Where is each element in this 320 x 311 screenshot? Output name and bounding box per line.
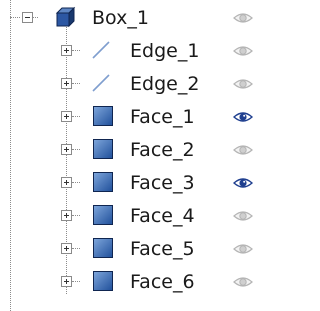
face-icon — [93, 106, 113, 126]
tree-item-label: Face_2 — [130, 139, 195, 161]
face-icon — [93, 271, 113, 291]
cube-icon — [55, 6, 76, 28]
expand-toggle[interactable] — [61, 78, 72, 89]
eye-icon[interactable] — [233, 44, 253, 58]
tree-item-label: Box_1 — [92, 7, 149, 29]
face-icon — [93, 139, 113, 159]
tree-row-face[interactable]: Face_3 — [0, 167, 268, 199]
expand-toggle[interactable] — [61, 210, 72, 221]
tree-connector-branch — [72, 50, 80, 51]
tree-item-label: Face_1 — [130, 106, 195, 128]
tree-item-label: Face_4 — [130, 205, 195, 227]
eye-icon[interactable] — [233, 11, 253, 25]
tree-row-edge[interactable]: Edge_2 — [0, 68, 268, 100]
tree-row-face[interactable]: Face_5 — [0, 233, 268, 265]
collapse-toggle[interactable] — [22, 12, 33, 23]
tree-row-face[interactable]: Face_1 — [0, 101, 268, 133]
tree-item-label: Edge_1 — [130, 40, 200, 62]
tree-connector-branch — [72, 149, 80, 150]
expand-toggle[interactable] — [61, 144, 72, 155]
tree-row-face[interactable]: Face_6 — [0, 266, 268, 298]
tree-connector-branch — [72, 281, 80, 282]
expand-toggle[interactable] — [61, 276, 72, 287]
face-icon — [93, 205, 113, 225]
face-icon — [93, 238, 113, 258]
eye-icon[interactable] — [233, 275, 253, 289]
eye-icon[interactable] — [233, 77, 253, 91]
tree-item-label: Face_6 — [130, 271, 195, 293]
eye-icon[interactable] — [233, 242, 253, 256]
tree-connector-branch — [72, 116, 80, 117]
eye-icon[interactable] — [233, 143, 253, 157]
eye-icon[interactable] — [233, 176, 253, 190]
tree-row-edge[interactable]: Edge_1 — [0, 35, 268, 67]
tree-row-face[interactable]: Face_2 — [0, 134, 268, 166]
tree-row-root[interactable]: Box_1 — [0, 2, 268, 34]
edge-icon — [92, 41, 110, 59]
eye-icon[interactable] — [233, 209, 253, 223]
expand-toggle[interactable] — [61, 111, 72, 122]
edge-icon — [92, 74, 110, 92]
face-icon — [93, 172, 113, 192]
tree-connector-branch — [72, 182, 80, 183]
tree-row-face[interactable]: Face_4 — [0, 200, 268, 232]
tree-connector-branch — [72, 215, 80, 216]
tree-connector-branch — [33, 17, 38, 18]
expand-toggle[interactable] — [61, 243, 72, 254]
object-tree: Box_1 Edge_1 Edge_2 Face_1 Face_2 Face_3… — [0, 0, 268, 311]
tree-item-label: Edge_2 — [130, 73, 200, 95]
tree-item-label: Face_5 — [130, 238, 195, 260]
tree-item-label: Face_3 — [130, 172, 195, 194]
eye-icon[interactable] — [233, 110, 253, 124]
tree-connector-branch — [72, 248, 80, 249]
expand-toggle[interactable] — [61, 45, 72, 56]
tree-connector-branch — [72, 83, 80, 84]
expand-toggle[interactable] — [61, 177, 72, 188]
